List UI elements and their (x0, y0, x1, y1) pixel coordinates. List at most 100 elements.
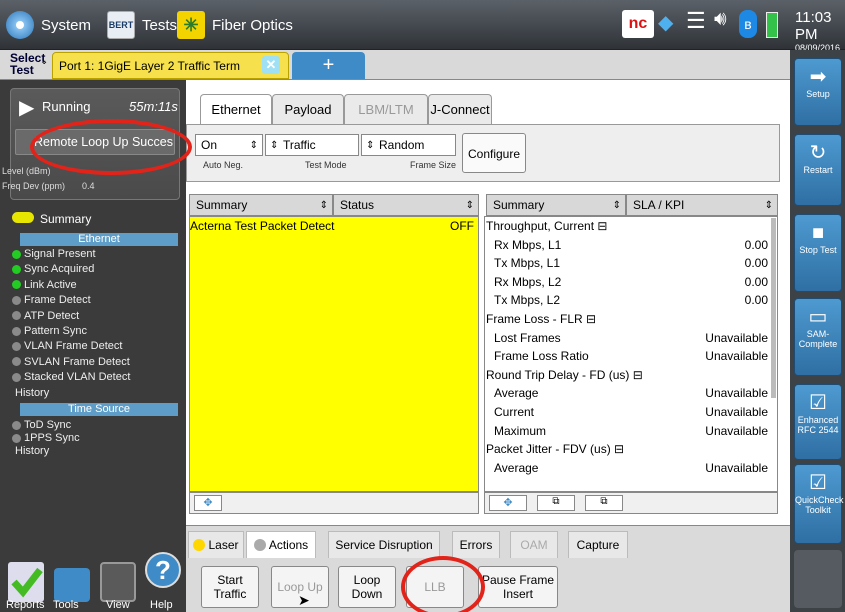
select-test-button[interactable]: Select Test (10, 52, 45, 76)
status-dot-icon (12, 280, 21, 290)
scrollbar[interactable] (771, 218, 776, 398)
spinner-icon: ⇕ (612, 199, 621, 211)
status-dot-icon (12, 420, 21, 430)
tab-ethernet[interactable]: Ethernet (200, 94, 272, 124)
auto-neg-select[interactable]: On ⇕ (195, 134, 263, 156)
configure-button[interactable]: Configure (462, 133, 526, 173)
tab-oam[interactable]: OAM (510, 531, 558, 558)
restart-button[interactable]: ↻ Restart (794, 134, 842, 206)
tab-lbm-ltm[interactable]: LBM/LTM (344, 94, 428, 124)
status-dot-icon (12, 341, 21, 351)
tree-item[interactable]: ATP Detect (12, 310, 79, 322)
add-tab-button[interactable]: + (292, 52, 365, 79)
fiber-optics-label: Fiber Optics (212, 16, 293, 34)
left-col-status[interactable]: Status ⇕ (333, 194, 479, 216)
help-label[interactable]: Help (150, 599, 173, 611)
spinner-icon: ⇕ (319, 199, 328, 211)
checkbox-plus-icon: ☑ (809, 392, 827, 414)
row-value: Unavailable (705, 349, 768, 364)
tab-service-disruption[interactable]: Service Disruption (328, 531, 440, 558)
test-mode-select[interactable]: Traffic ⇕ (265, 134, 359, 156)
ethernet-section[interactable]: Ethernet (20, 233, 178, 246)
copy-icon[interactable]: ⧉ (537, 495, 575, 511)
wifi-icon: ☰ (686, 8, 706, 33)
bluetooth-icon[interactable]: ʙ (739, 10, 757, 38)
enhanced-label: Enhanced RFC 2544 (797, 415, 839, 435)
row-label: Average (494, 386, 539, 401)
screen: System BERT Tests ✳ Fiber Optics nc ◆ ☰ … (0, 0, 845, 612)
tree-item-label: Signal Present (24, 248, 96, 260)
move-icon[interactable]: ✥ (489, 495, 527, 511)
right-col-sla[interactable]: SLA / KPI ⇕ (626, 194, 778, 216)
reports-icon[interactable] (8, 562, 44, 602)
quickcheck-button[interactable]: ☑ QuickCheck Toolkit (794, 464, 844, 544)
table-group-row[interactable]: Packet Jitter - FDV (us) ⊟ (486, 440, 774, 458)
row-label: Rx Mbps, L2 (494, 274, 562, 289)
help-icon[interactable]: ? (145, 552, 181, 588)
tests-button[interactable]: BERT Tests (107, 8, 177, 42)
gear-icon (6, 11, 34, 39)
sidebar-blank (794, 550, 842, 608)
tree-item[interactable]: Link Active (12, 279, 77, 291)
tab-capture[interactable]: Capture (568, 531, 628, 558)
frame-size-label: Frame Size (410, 160, 457, 170)
tools-label[interactable]: Tools (53, 599, 79, 611)
volume-icon[interactable]: 🔊︎ (714, 8, 727, 31)
tree-item[interactable]: Pattern Sync (12, 325, 87, 337)
tab-actions[interactable]: Actions (246, 531, 316, 558)
start-traffic-button[interactable]: Start Traffic (201, 566, 259, 608)
tab-errors[interactable]: Errors (452, 531, 500, 558)
auto-neg-label: Auto Neg. (203, 160, 244, 170)
tree-item[interactable]: Signal Present (12, 248, 96, 260)
paste-icon[interactable]: ⧉ (585, 495, 623, 511)
close-tab-icon[interactable]: ✕ (262, 56, 280, 74)
fiber-optics-button[interactable]: ✳ Fiber Optics (177, 8, 293, 42)
tree-item[interactable]: Frame Detect (12, 294, 91, 306)
tree-item[interactable]: ToD Sync (12, 419, 71, 431)
tree-item[interactable]: Sync Acquired (12, 263, 94, 275)
window-icon: ▭ (808, 306, 828, 328)
pause-frame-insert-button[interactable]: Pause Frame Insert (478, 566, 558, 608)
left-table-body: Acterna Test Packet Detect OFF (189, 216, 479, 492)
frame-size-select[interactable]: Random ⇕ (361, 134, 456, 156)
system-label: System (41, 16, 92, 34)
tree-item[interactable]: VLAN Frame Detect (12, 340, 122, 352)
move-icon[interactable]: ✥ (194, 495, 222, 511)
tree-item-label: 1PPS Sync (24, 432, 80, 444)
freq-label: Freq Dev (ppm) (2, 181, 66, 191)
tree-summary[interactable]: Summary (40, 212, 91, 226)
tree-item[interactable]: Stacked VLAN Detect (12, 371, 130, 383)
left-col-summary[interactable]: Summary ⇕ (189, 194, 333, 216)
table-group-row[interactable]: Round Trip Delay - FD (us) ⊟ (486, 366, 774, 384)
tree-item-label: Frame Detect (24, 294, 91, 307)
loop-down-button[interactable]: Loop Down (338, 566, 396, 608)
table-group-row[interactable]: Throughput, Current ⊟ (486, 217, 774, 235)
reports-label[interactable]: Reports (6, 599, 45, 611)
tree-item[interactable]: History (12, 387, 49, 399)
view-icon[interactable] (100, 562, 136, 602)
test-tab[interactable]: Port 1: 1GigE Layer 2 Traffic Term (52, 52, 289, 79)
tree-item[interactable]: History (12, 445, 49, 457)
tree-item[interactable]: 1PPS Sync (12, 432, 80, 444)
sam-complete-button[interactable]: ▭ SAM-Complete (794, 298, 842, 376)
system-button[interactable]: System (6, 8, 91, 42)
table-row: Current Unavailable (486, 403, 774, 421)
tab-laser[interactable]: Laser (188, 531, 244, 558)
tab-payload[interactable]: Payload (272, 94, 344, 124)
enhanced-rfc-button[interactable]: ☑ Enhanced RFC 2544 (794, 384, 842, 460)
tab-j-connect[interactable]: J-Connect (428, 94, 492, 124)
table-group-row[interactable]: Frame Loss - FLR ⊟ (486, 310, 774, 328)
tree-item[interactable]: SVLAN Frame Detect (12, 356, 130, 368)
tests-label: Tests (142, 16, 178, 34)
stop-test-button[interactable]: ■ Stop Test (794, 214, 842, 292)
tools-icon[interactable] (54, 568, 90, 602)
right-col-summary[interactable]: Summary ⇕ (486, 194, 626, 216)
time-source-section[interactable]: Time Source (20, 403, 178, 416)
view-label[interactable]: View (106, 599, 130, 611)
setup-button[interactable]: ➡ Setup (794, 58, 842, 126)
annotation-circle (401, 556, 485, 612)
level-label: Level (dBm) (2, 166, 51, 176)
table-row: Lost Frames Unavailable (486, 329, 774, 347)
test-tab-label: Port 1: 1GigE Layer 2 Traffic Term (59, 59, 240, 73)
spinner-icon: ⇕ (465, 199, 474, 211)
